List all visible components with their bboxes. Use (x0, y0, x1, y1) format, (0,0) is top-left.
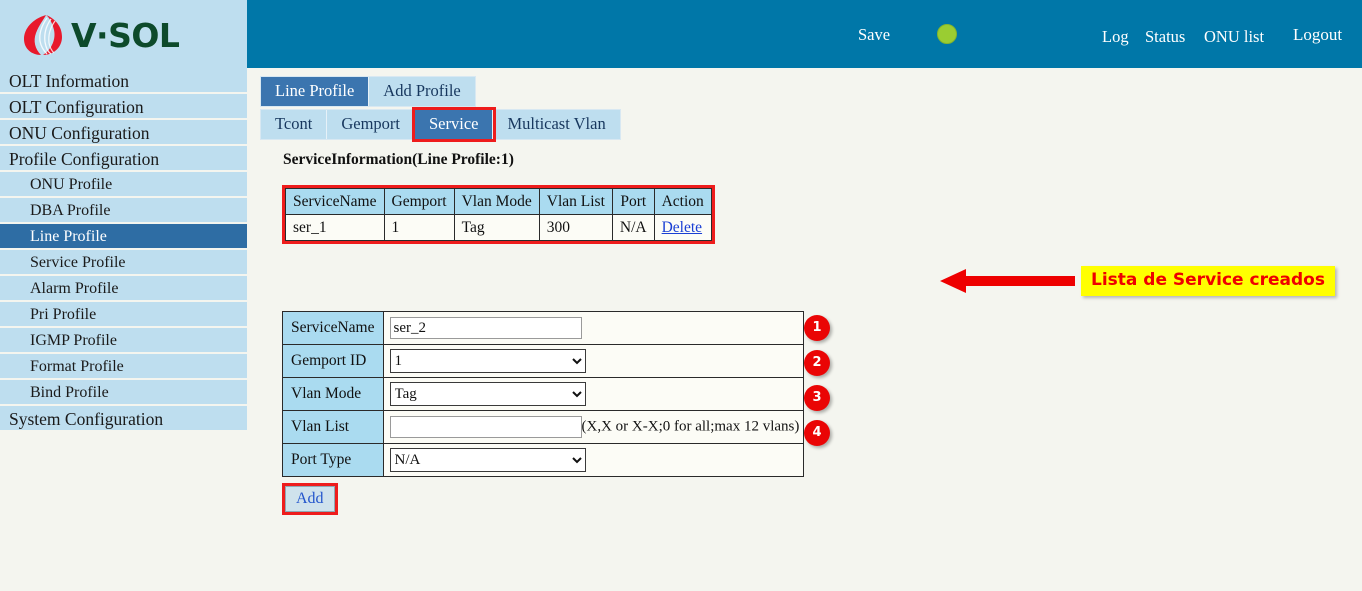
sidebar-item-onu-configuration[interactable]: ONU Configuration (0, 120, 247, 146)
sidebar-item-igmp-profile[interactable]: IGMP Profile (0, 328, 247, 354)
cell-vlan-list: 300 (539, 215, 612, 241)
sidebar-item-label: Pri Profile (30, 306, 96, 323)
form-field-cell-vlan-list: (X,X or X-X;0 for all;max 12 vlans) (383, 411, 803, 444)
form-label-vlan-list: Vlan List (283, 411, 384, 444)
sidebar-item-label: ONU Configuration (9, 123, 149, 143)
sidebar-item-label: Format Profile (30, 358, 124, 375)
cell-vlan-mode: Tag (454, 215, 539, 241)
vsol-olt-web-ui: V·SOL OLT Information OLT Configuration ON… (0, 0, 1362, 591)
sidebar-item-line-profile[interactable]: Line Profile (0, 224, 247, 250)
form-row-vlan-list: Vlan List (X,X or X-X;0 for all;max 12 vl… (283, 411, 804, 444)
column-header-gemport: Gemport (384, 189, 454, 215)
form-label-gemport-id: Gemport ID (283, 345, 384, 378)
tab-gemport[interactable]: Gemport (327, 110, 415, 139)
vsol-droplet-logo-icon (22, 13, 64, 57)
sidebar-item-system-configuration[interactable]: System Configuration (0, 406, 247, 432)
form-field-cell-port-type: N/A (383, 444, 803, 477)
form-field-cell-gemport-id: 1 (383, 345, 803, 378)
main-content: Line ProfileAdd Profile TcontGemportServ… (247, 68, 1362, 591)
column-header-vlan-mode: Vlan Mode (454, 189, 539, 215)
column-header-servicename: ServiceName (286, 189, 385, 215)
onu-list-link[interactable]: ONU list (1204, 27, 1264, 47)
cell-gemport: 1 (384, 215, 454, 241)
servicename-input[interactable] (390, 317, 582, 339)
tab-add-profile[interactable]: Add Profile (369, 77, 474, 106)
sidebar-item-label: Bind Profile (30, 384, 109, 401)
sidebar-item-label: Service Profile (30, 254, 126, 271)
step-marker-1: 1 (804, 315, 830, 341)
status-link[interactable]: Status (1145, 27, 1185, 47)
sidebar-item-service-profile[interactable]: Service Profile (0, 250, 247, 276)
delete-link[interactable]: Delete (662, 219, 702, 236)
form-row-gemport-id: Gemport ID1 (283, 345, 804, 378)
form-label-servicename: ServiceName (283, 312, 384, 345)
secondary-tab-strip: TcontGemportServiceMulticast Vlan (260, 109, 621, 140)
step-marker-3: 3 (804, 385, 830, 411)
save-button[interactable]: Save (858, 25, 890, 45)
form-row-servicename: ServiceName (283, 312, 804, 345)
logout-link[interactable]: Logout (1293, 25, 1342, 45)
sidebar-item-label: ONU Profile (30, 176, 112, 193)
cell-service-name: ser_1 (286, 215, 385, 241)
sidebar-item-olt-configuration[interactable]: OLT Configuration (0, 94, 247, 120)
cell-port: N/A (612, 215, 654, 241)
annotation-label-lista-de-service-creados: Lista de Service creados (1081, 266, 1335, 296)
sidebar-item-bind-profile[interactable]: Bind Profile (0, 380, 247, 406)
gemport-id-select[interactable]: 1 (390, 349, 586, 373)
form-label-port-type: Port Type (283, 444, 384, 477)
sidebar-item-label: Line Profile (30, 228, 107, 245)
tab-line-profile[interactable]: Line Profile (261, 77, 369, 106)
table-header-row: ServiceNameGemportVlan ModeVlan ListPort… (286, 189, 712, 215)
vlan-list-input[interactable] (390, 416, 582, 438)
sidebar-item-olt-information[interactable]: OLT Information (0, 68, 247, 94)
sidebar-item-onu-profile[interactable]: ONU Profile (0, 172, 247, 198)
form-row-vlan-mode: Vlan ModeTag (283, 378, 804, 411)
table-body: ser_11Tag300N/A Delete (286, 215, 712, 241)
sidebar-item-label: OLT Information (9, 71, 129, 91)
add-button-highlight: Add (282, 483, 338, 515)
sidebar-item-profile-configuration[interactable]: Profile Configuration (0, 146, 247, 172)
sidebar-item-label: System Configuration (9, 409, 163, 429)
add-service-form-table: ServiceNameGemport ID1Vlan ModeTagVlan L… (282, 311, 804, 477)
sidebar: V·SOL OLT Information OLT Configuration ON… (0, 0, 247, 591)
column-header-vlan-list: Vlan List (539, 189, 612, 215)
sidebar-item-format-profile[interactable]: Format Profile (0, 354, 247, 380)
service-information-table: ServiceNameGemportVlan ModeVlan ListPort… (285, 188, 712, 241)
primary-tab-strip: Line ProfileAdd Profile (260, 76, 476, 107)
sidebar-item-label: Alarm Profile (30, 280, 118, 297)
cell-action: Delete (654, 215, 711, 241)
port-type-select[interactable]: N/A (390, 448, 586, 472)
form-label-vlan-mode: Vlan Mode (283, 378, 384, 411)
form-field-cell-servicename (383, 312, 803, 345)
sidebar-item-dba-profile[interactable]: DBA Profile (0, 198, 247, 224)
top-header-bar: Save Log Status ONU list Logout (247, 0, 1362, 68)
sidebar-item-alarm-profile[interactable]: Alarm Profile (0, 276, 247, 302)
vlan-list-hint: (X,X or X-X;0 for all;max 12 vlans) (582, 419, 800, 435)
sidebar-item-label: DBA Profile (30, 202, 110, 219)
sidebar-item-label: Profile Configuration (9, 149, 159, 169)
red-left-arrow-icon (940, 266, 1075, 296)
service-information-table-highlight: ServiceNameGemportVlan ModeVlan ListPort… (282, 185, 715, 244)
sidebar-item-pri-profile[interactable]: Pri Profile (0, 302, 247, 328)
brand-logo-area: V·SOL (0, 0, 247, 68)
step-marker-2: 2 (804, 350, 830, 376)
brand-logo-text: V·SOL (71, 19, 179, 52)
sidebar-menu: OLT Information OLT Configuration ONU Conf… (0, 68, 247, 432)
sidebar-item-label: OLT Configuration (9, 97, 144, 117)
step-marker-4: 4 (804, 420, 830, 446)
service-information-caption: ServiceInformation(Line Profile:1) (283, 151, 514, 169)
column-header-port: Port (612, 189, 654, 215)
table-row: ser_11Tag300N/A Delete (286, 215, 712, 241)
column-header-action: Action (654, 189, 711, 215)
tab-service[interactable]: Service (415, 110, 493, 139)
log-link[interactable]: Log (1102, 27, 1129, 47)
sidebar-item-label: IGMP Profile (30, 332, 117, 349)
form-field-cell-vlan-mode: Tag (383, 378, 803, 411)
tab-multicast-vlan[interactable]: Multicast Vlan (493, 110, 619, 139)
add-button[interactable]: Add (285, 486, 335, 512)
vlan-mode-select[interactable]: Tag (390, 382, 586, 406)
tab-tcont[interactable]: Tcont (261, 110, 327, 139)
status-led-green-icon (937, 24, 957, 44)
form-row-port-type: Port TypeN/A (283, 444, 804, 477)
